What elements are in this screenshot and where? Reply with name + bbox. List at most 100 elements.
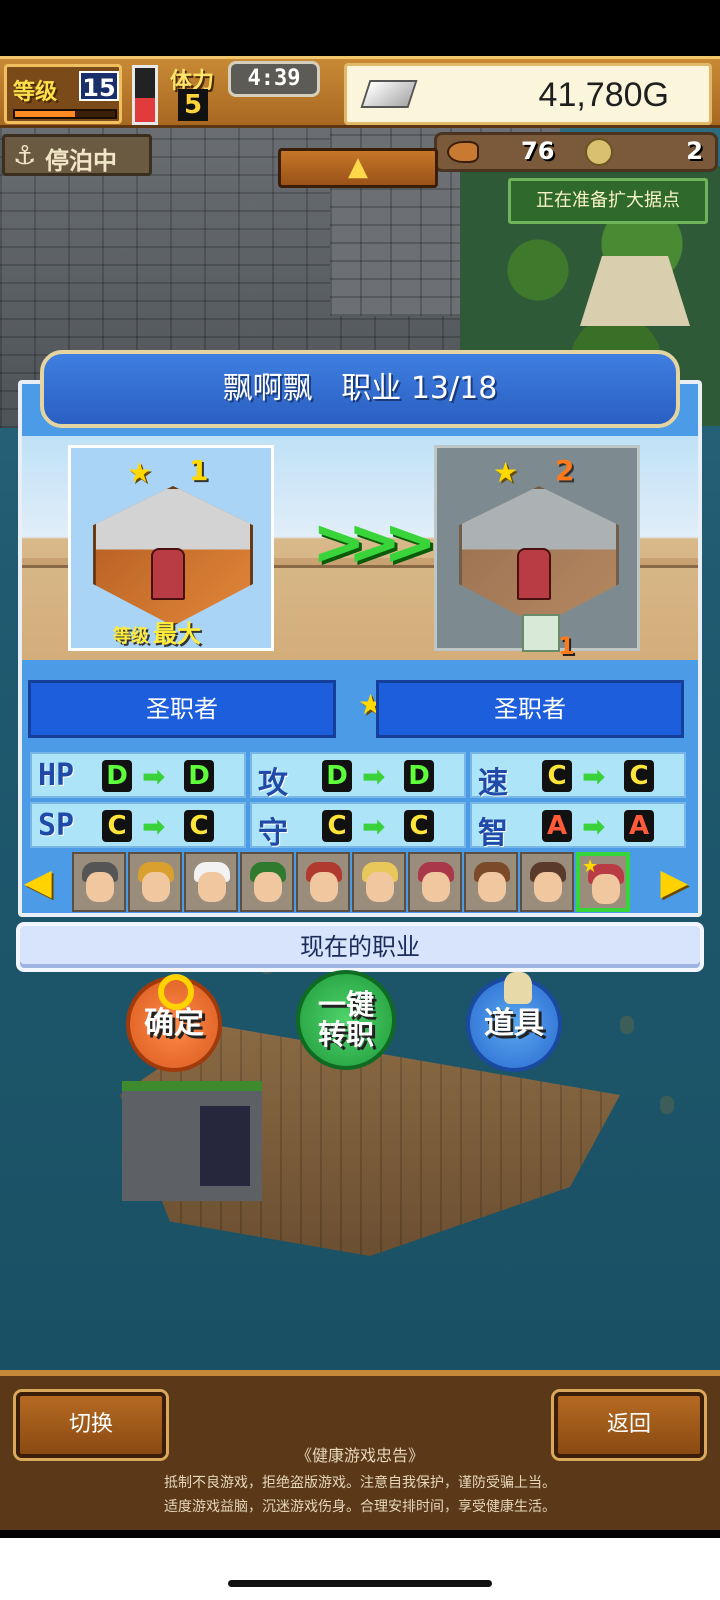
stat-grade-current: D: [102, 760, 132, 792]
character-portrait[interactable]: [408, 852, 462, 912]
stat-name: SP: [38, 808, 75, 843]
level-panel[interactable]: 等级 15: [4, 64, 122, 124]
portrait-face: [534, 872, 562, 902]
panel-title: 飘啊飘 职业 13/18: [44, 354, 676, 424]
stat-grade-current: C: [542, 760, 572, 792]
stat-cell: 攻 D ➡ D: [250, 752, 466, 801]
arrow-right-icon: ➡: [142, 810, 166, 843]
portrait-face: [310, 872, 338, 902]
stat-grade-next: D: [404, 760, 434, 792]
next-job-name: 圣职者: [376, 680, 684, 738]
stat-name: HP: [38, 758, 75, 793]
items-button[interactable]: 道具: [466, 972, 562, 1072]
bottom-bar: 切换 返回 《健康游戏忠告》 抵制不良游戏，拒绝盗版游戏。注意自我保护，谨防受骗…: [0, 1370, 720, 1530]
character-portrait[interactable]: ★: [576, 852, 630, 912]
home-indicator[interactable]: [228, 1580, 492, 1587]
expand-menu-button[interactable]: ▲: [278, 148, 438, 188]
level-progress-fill: [15, 111, 75, 117]
stat-name: 速: [478, 766, 508, 801]
one-key-line2: 转职: [317, 1018, 374, 1051]
stat-grade-current: C: [322, 810, 352, 842]
star-icon: ★: [493, 456, 519, 489]
meat-icon: [447, 141, 479, 163]
character-portrait[interactable]: [240, 852, 294, 912]
gold-panel[interactable]: 41,780G: [344, 63, 712, 125]
health-advice-line: 适度游戏益脑，沉迷游戏伤身。合理安排时间，享受健康生活。: [164, 1499, 556, 1515]
roster-prev-button[interactable]: ◀: [24, 862, 52, 903]
stat-cell: 守 C ➡ C: [250, 802, 466, 851]
stat-grade-current: C: [102, 810, 132, 842]
bag-icon: [504, 972, 532, 1004]
food-count: 76: [521, 137, 555, 165]
medal-count: 2: [686, 137, 703, 165]
items-label: 道具: [484, 1006, 544, 1041]
confirm-label: 确定: [144, 1006, 204, 1041]
character-portrait[interactable]: [72, 852, 126, 912]
arrow-right-icon: ➡: [142, 760, 166, 793]
panel-title-bar: 飘啊飘 职业 13/18: [40, 350, 680, 428]
portrait-face: [142, 872, 170, 902]
arrow-right-icon: ➡: [582, 760, 606, 793]
upgrade-arrows-icon: >>>: [312, 506, 437, 580]
anchor-status[interactable]: ⚓ 停泊中: [2, 134, 152, 176]
portrait-face: [478, 872, 506, 902]
portrait-list: ★: [72, 852, 630, 912]
clock: 4:39: [228, 61, 320, 97]
one-key-label: 一键 转职: [318, 990, 374, 1050]
portrait-face: [86, 872, 114, 902]
level-max-tag: 等级 最大: [113, 614, 201, 649]
health-advice-title: 《健康游戏忠告》: [295, 1446, 424, 1465]
character-portrait[interactable]: [520, 852, 574, 912]
sea-rock: [660, 1096, 674, 1114]
medal-icon: [585, 138, 613, 166]
stat-name: 智: [478, 816, 508, 851]
stat-grade-current: D: [322, 760, 352, 792]
anchor-icon: ⚓: [13, 141, 37, 171]
next-job-rank: 2: [555, 454, 575, 487]
level-label: 等级: [13, 80, 58, 105]
resource-panel: 76 2: [434, 132, 718, 172]
fort-gate: [200, 1106, 250, 1186]
character-sprite: [517, 548, 551, 600]
stat-grade-next: A: [624, 810, 654, 842]
stamina-value: 5: [178, 89, 208, 121]
one-key-job-change-button[interactable]: 一键 转职: [296, 970, 396, 1070]
character-roster: ◀ ★ ▶: [24, 850, 696, 914]
star-icon: ★: [582, 856, 599, 877]
stamina-gauge: [132, 65, 158, 125]
confirm-ring-icon: [158, 974, 194, 1010]
stat-cell: 智 A ➡ A: [470, 802, 686, 851]
current-job-name: 圣职者: [28, 680, 336, 738]
current-job-room: ★ 1 等级 最大: [68, 445, 274, 651]
current-job-button[interactable]: 现在的职业: [16, 922, 704, 972]
stat-cell: SP C ➡ C: [30, 802, 246, 848]
job-count: 13/18: [410, 371, 498, 406]
portrait-face: [198, 872, 226, 902]
stat-grade-next: C: [404, 810, 434, 842]
character-portrait[interactable]: [464, 852, 518, 912]
portrait-face: [422, 872, 450, 902]
character-portrait[interactable]: [352, 852, 406, 912]
star-icon: ★: [127, 456, 153, 489]
level-max-label: 等级: [113, 626, 149, 647]
stat-grade-next: C: [184, 810, 214, 842]
roster-next-button[interactable]: ▶: [660, 862, 688, 903]
stamina-fill: [135, 97, 155, 122]
character-portrait[interactable]: [296, 852, 350, 912]
portrait-face: [592, 874, 620, 904]
job-preview: ★ 1 等级 最大 >>> ★ 2 1: [22, 436, 698, 660]
stat-name: 攻: [258, 766, 288, 801]
top-status-bar: 等级 15 体力 5 4:39 41,780G: [0, 56, 720, 128]
sea-rock: [620, 1016, 634, 1034]
system-nav-bar: [0, 1538, 720, 1600]
confirm-button[interactable]: 确定: [126, 974, 222, 1072]
one-key-line1: 一键: [317, 988, 374, 1021]
portrait-face: [254, 872, 282, 902]
character-portrait[interactable]: [184, 852, 238, 912]
brush-item-icon: [522, 614, 560, 652]
expansion-notice[interactable]: 正在准备扩大据点: [508, 178, 708, 224]
character-portrait[interactable]: [128, 852, 182, 912]
portrait-face: [366, 872, 394, 902]
level-value: 15: [79, 71, 119, 102]
stat-grade-next: D: [184, 760, 214, 792]
